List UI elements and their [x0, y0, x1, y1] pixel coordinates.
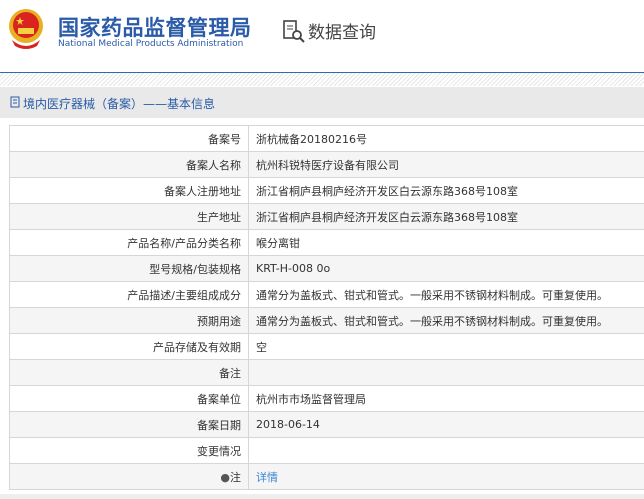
- row-label: 产品存储及有效期: [9, 333, 249, 360]
- table-row: 预期用途 通常分为盖板式、钳式和管式。一般采用不锈钢材料制成。可重复使用。: [9, 307, 644, 334]
- row-label: 备案人注册地址: [9, 177, 249, 204]
- breadcrumb-text: 境内医疗器械（备案）——基本信息: [23, 97, 216, 111]
- row-value: 杭州科锐特医疗设备有限公司: [248, 151, 644, 178]
- table-row: 备案日期 2018-06-14: [9, 411, 644, 438]
- table-row: 产品存储及有效期空: [9, 333, 644, 360]
- row-label: 型号规格/包装规格: [9, 255, 249, 282]
- row-value: 浙杭械备20180216号: [248, 125, 644, 152]
- row-value: 详情: [248, 463, 644, 490]
- footer-strip: [0, 494, 644, 499]
- row-value: 杭州市市场监督管理局: [248, 385, 644, 412]
- row-label: ●注: [9, 463, 249, 490]
- info-table: 备案号 浙杭械备20180216号 备案人名称 杭州科锐特医疗设备有限公司 备案人注册地…: [9, 125, 644, 490]
- row-value: 浙江省桐庐县桐庐经济开发区白云源东路368号108室: [248, 203, 644, 230]
- row-value: 通常分为盖板式、钳式和管式。一般采用不锈钢材料制成。可重复使用。: [248, 281, 644, 308]
- site-subtitle: National Medical Products Administration: [58, 39, 244, 49]
- row-label: 备注: [9, 359, 249, 386]
- row-label: 变更情况: [9, 437, 249, 464]
- table-row: 生产地址 浙江省桐庐县桐庐经济开发区白云源东路368号108室: [9, 203, 644, 230]
- table-row: 产品名称/产品分类名称 喉分离钳: [9, 229, 644, 256]
- data-query-label: 数据查询: [308, 23, 376, 43]
- document-search-icon: [283, 19, 305, 43]
- table-row-note: ●注 详情: [9, 463, 644, 490]
- row-label: 备案号: [9, 125, 249, 152]
- row-value: [248, 437, 644, 464]
- row-value: 空: [248, 333, 644, 360]
- row-label: 备案人名称: [9, 151, 249, 178]
- row-label: 备案日期: [9, 411, 249, 438]
- row-label: 预期用途: [9, 307, 249, 334]
- table-row: 备案人注册地址 浙江省桐庐县桐庐经济开发区白云源东路368号108室: [9, 177, 644, 204]
- row-label: 产品描述/主要组成成分: [9, 281, 249, 308]
- row-label: 生产地址: [9, 203, 249, 230]
- row-value: 通常分为盖板式、钳式和管式。一般采用不锈钢材料制成。可重复使用。: [248, 307, 644, 334]
- row-label: 备案单位: [9, 385, 249, 412]
- table-row: 备案人名称 杭州科锐特医疗设备有限公司: [9, 151, 644, 178]
- table-row: 变更情况: [9, 437, 644, 464]
- breadcrumb: 境内医疗器械（备案）——基本信息: [0, 87, 644, 118]
- table-row: 备注: [9, 359, 644, 386]
- row-value: 2018-06-14: [248, 411, 644, 438]
- table-row: 备案号 浙杭械备20180216号: [9, 125, 644, 152]
- data-query-link[interactable]: 数据查询: [282, 18, 376, 43]
- table-row: 型号规格/包装规格 KRT-H-008 0o: [9, 255, 644, 282]
- note-label: 注: [230, 470, 241, 484]
- row-label: 产品名称/产品分类名称: [9, 229, 249, 256]
- hatch-divider: [0, 73, 644, 86]
- details-link[interactable]: 详情: [256, 471, 278, 484]
- table-row: 产品描述/主要组成成分 通常分为盖板式、钳式和管式。一般采用不锈钢材料制成。可重复…: [9, 281, 644, 308]
- row-value: KRT-H-008 0o: [248, 255, 644, 282]
- map-pin-icon: ●: [220, 470, 230, 484]
- row-value: [248, 359, 644, 386]
- document-icon: [10, 96, 20, 108]
- site-title[interactable]: 国家药品监督管理局: [58, 12, 252, 42]
- row-value: 浙江省桐庐县桐庐经济开发区白云源东路368号108室: [248, 177, 644, 204]
- national-emblem-icon: [9, 9, 43, 49]
- row-value: 喉分离钳: [248, 229, 644, 256]
- table-row: 备案单位 杭州市市场监督管理局: [9, 385, 644, 412]
- site-header: 国家药品监督管理局 National Medical Products Admi…: [0, 0, 644, 73]
